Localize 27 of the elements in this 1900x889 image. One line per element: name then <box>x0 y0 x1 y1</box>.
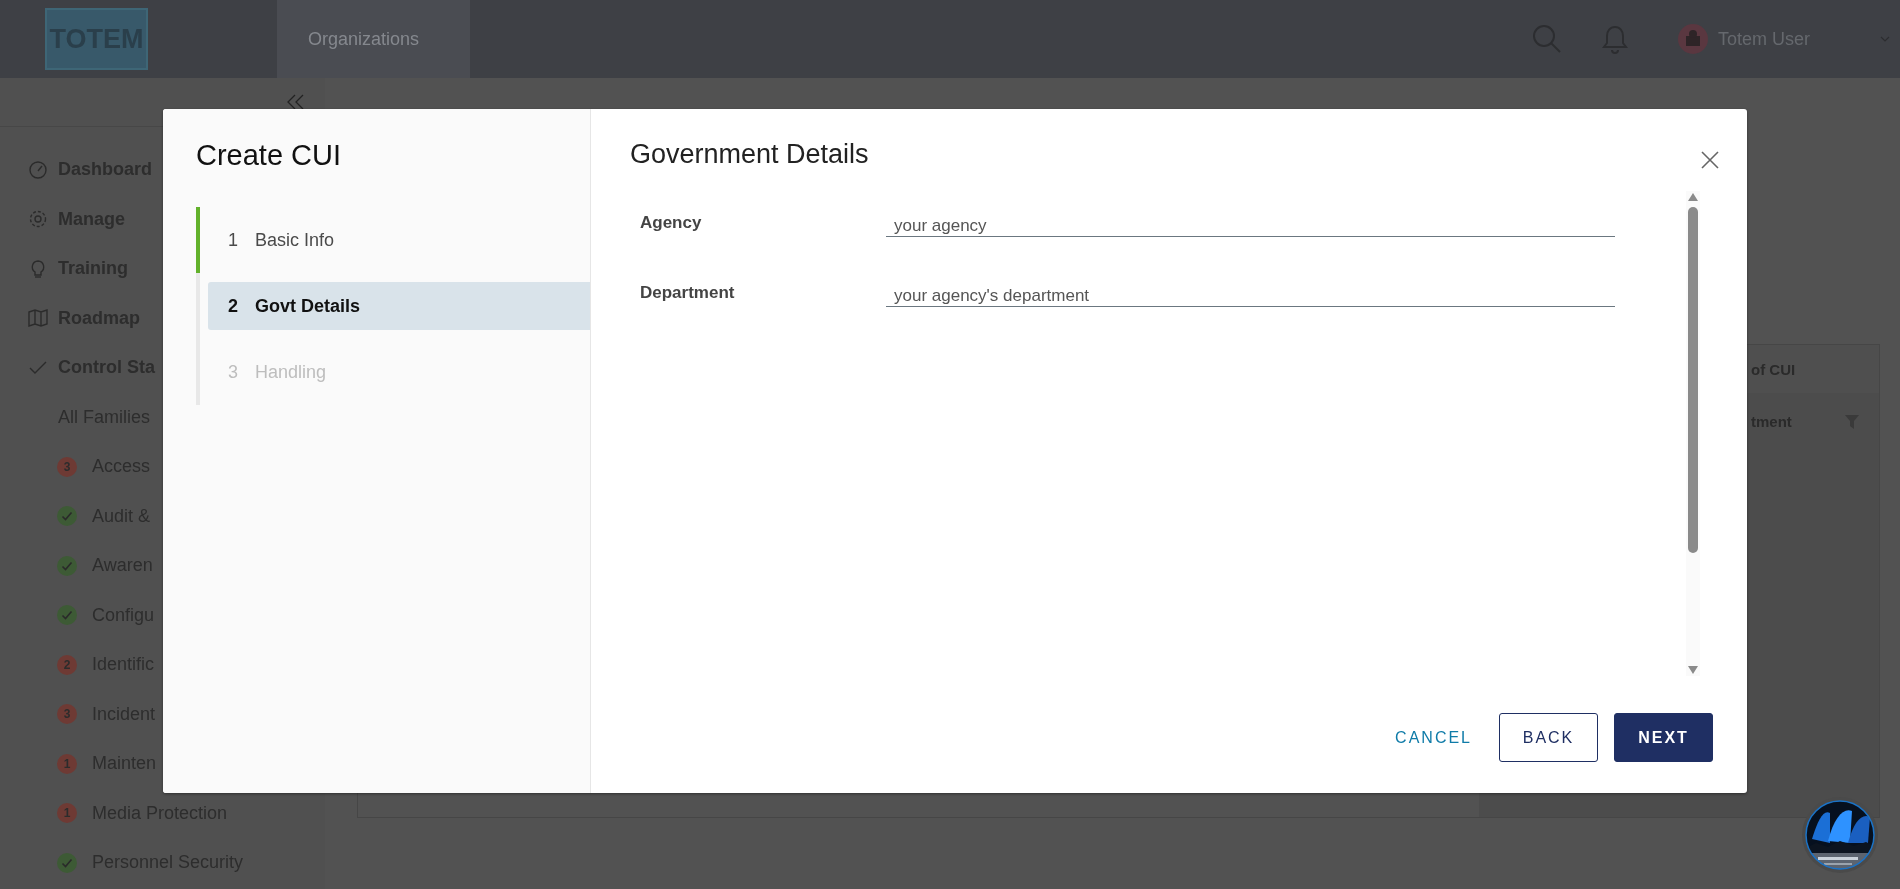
count-badge: 3 <box>57 456 77 477</box>
section-title: Government Details <box>630 139 870 171</box>
step-tab[interactable]: 2 Govt Details <box>208 282 590 330</box>
count-badge: 1 <box>57 753 77 774</box>
input-field[interactable]: your agency's department <box>886 273 1615 307</box>
cancel-button[interactable]: CANCEL <box>1373 713 1494 762</box>
dialog-title: Create CUI <box>196 139 343 173</box>
avatar-icon <box>1677 24 1708 54</box>
field-label: Department <box>640 282 736 303</box>
scrollbar[interactable] <box>1686 191 1700 676</box>
map-icon <box>28 308 48 329</box>
close-icon[interactable] <box>1701 151 1719 169</box>
scroll-down-icon <box>1688 666 1698 674</box>
nav-tab[interactable]: Organizations <box>277 0 470 78</box>
input-field[interactable]: your agency <box>886 203 1615 237</box>
collapse-icon[interactable] <box>287 94 305 110</box>
step-tab[interactable]: 1 Basic Info <box>208 216 590 264</box>
count-badge: 2 <box>57 654 77 675</box>
gear-icon <box>28 209 48 230</box>
field-label: Agency <box>640 212 703 233</box>
back-button[interactable]: BACK <box>1499 713 1598 762</box>
count-badge: 1 <box>57 803 77 824</box>
gauge-icon <box>28 159 48 180</box>
next-button[interactable]: NEXT <box>1614 713 1713 762</box>
scroll-up-icon <box>1688 193 1698 201</box>
scroll-thumb[interactable] <box>1688 207 1698 553</box>
count-badge: 3 <box>57 704 77 725</box>
